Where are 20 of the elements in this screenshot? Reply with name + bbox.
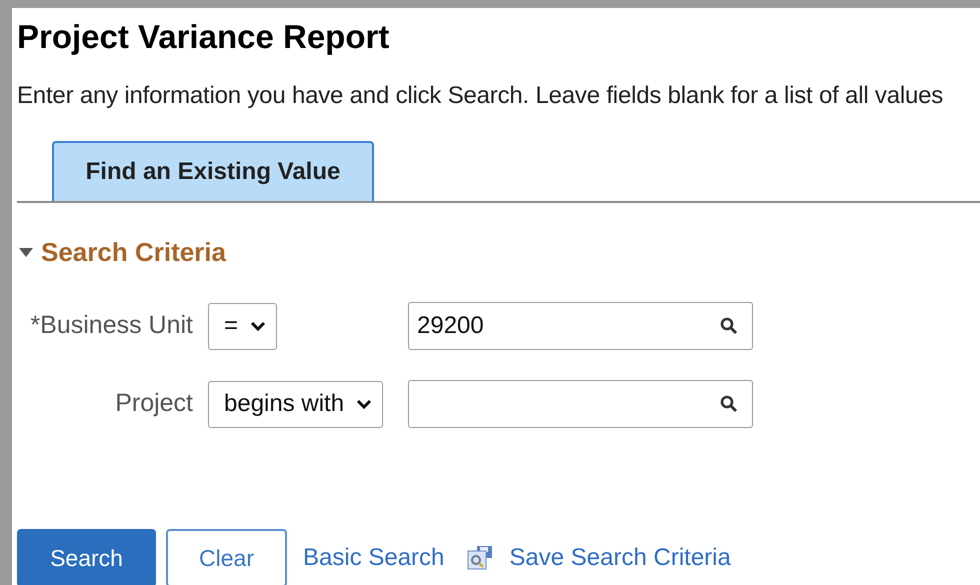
search-icon[interactable] <box>720 317 738 335</box>
tab[interactable]: Find an Existing Value <box>52 141 374 201</box>
save-document-icon[interactable] <box>466 545 494 571</box>
clear-button[interactable]: Clear <box>166 529 287 585</box>
input-field[interactable] <box>408 380 753 428</box>
collapse-triangle-icon[interactable] <box>19 248 33 257</box>
basic-search-link[interactable]: Basic Search <box>303 540 444 576</box>
page-title: Project Variance Report <box>17 17 390 54</box>
operator-dropdown[interactable]: begins with <box>208 380 384 428</box>
input-field[interactable]: 29200 <box>408 302 753 350</box>
chevron-down-icon <box>356 398 372 410</box>
save-search-criteria-link[interactable]: Save Search Criteria <box>509 540 731 576</box>
search-icon[interactable] <box>720 395 738 413</box>
operator-dropdown[interactable]: = <box>208 302 278 350</box>
chevron-down-icon <box>250 320 266 332</box>
section-title: Search Criteria <box>41 236 226 269</box>
field-label: Project <box>114 388 194 420</box>
instructions-text: Enter any information you have and click Search. Leave fields blank for a list of all values <box>17 84 944 108</box>
field-label: *Business Unit <box>29 310 194 342</box>
search-button[interactable]: Search <box>17 529 156 585</box>
